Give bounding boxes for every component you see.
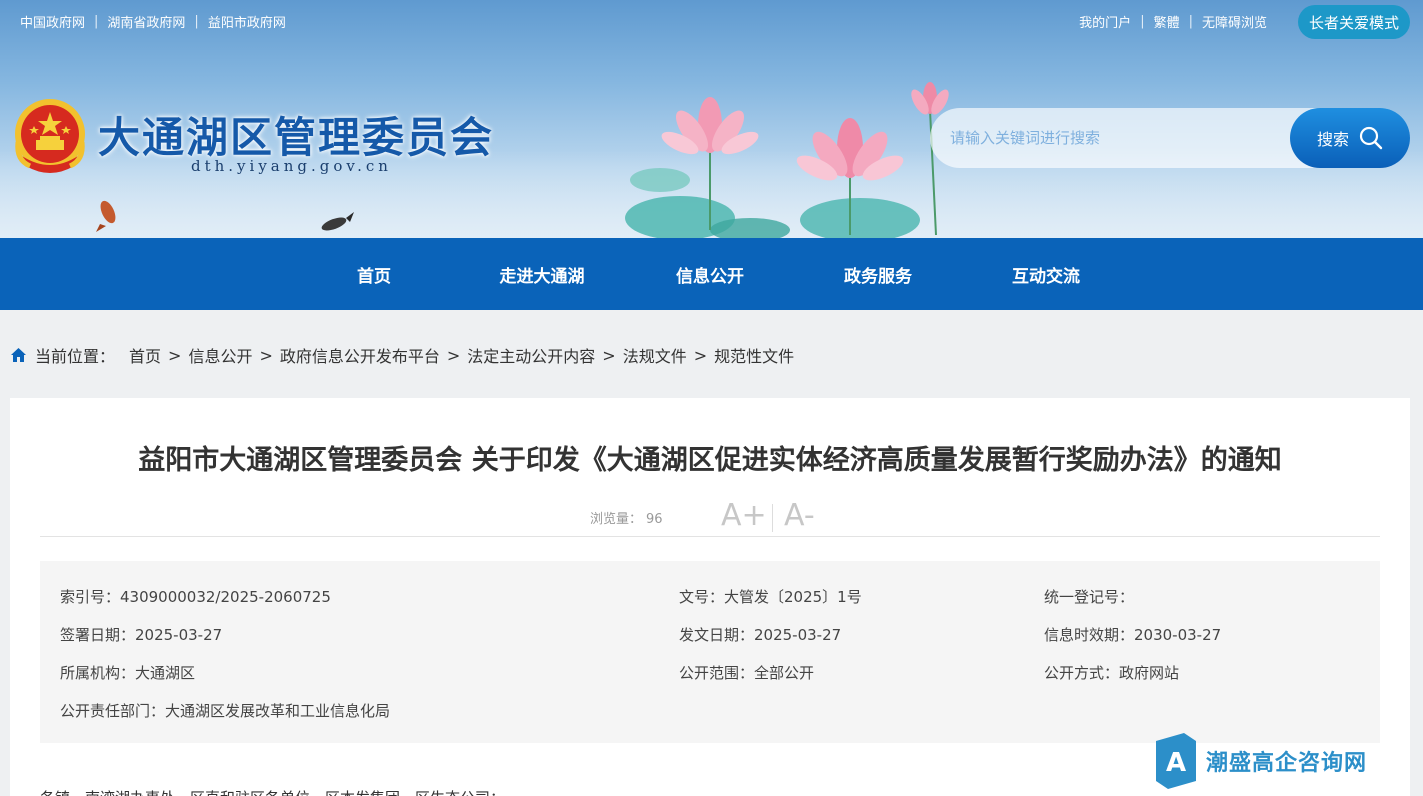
breadcrumb-item[interactable]: 法定主动公开内容 <box>467 343 595 367</box>
view-count-label: 浏览量： <box>590 512 643 527</box>
national-emblem-icon <box>15 99 85 173</box>
link-my-portal[interactable]: 我的门户 <box>1079 12 1131 31</box>
main-nav: 首页 走进大通湖 信息公开 政务服务 互动交流 <box>0 238 1423 310</box>
info-sign-date: 签署日期：2025-03-27 <box>60 626 223 644</box>
info-reg-no: 统一登记号： <box>1044 588 1135 606</box>
breadcrumb-item[interactable]: 首页 <box>129 343 161 367</box>
separator: | <box>1140 14 1145 29</box>
site-header: 中国政府网 | 湖南省政府网 | 益阳市政府网 我的门户 | 繁體 | 无障碍浏… <box>0 0 1423 238</box>
breadcrumb-item[interactable]: 信息公开 <box>188 343 252 367</box>
title-divider <box>40 536 1380 537</box>
breadcrumb-item[interactable]: 规范性文件 <box>714 343 794 367</box>
breadcrumb-separator: > <box>602 345 616 365</box>
link-hunan-gov[interactable]: 湖南省政府网 <box>107 12 185 31</box>
breadcrumb-item[interactable]: 政府信息公开发布平台 <box>280 343 440 367</box>
search-icon <box>1359 126 1383 150</box>
separator: | <box>194 14 199 29</box>
document-info-table: 索引号：4309000032/2025-2060725 文号：大管发〔2025〕… <box>40 561 1380 743</box>
info-org: 所属机构：大通湖区 <box>60 664 196 682</box>
info-valid-date: 信息时效期：2030-03-27 <box>1044 626 1222 644</box>
info-index-no: 索引号：4309000032/2025-2060725 <box>60 588 331 606</box>
info-dept: 公开责任部门：大通湖区发展改革和工业信息化局 <box>60 702 391 720</box>
font-increase-button[interactable]: A+ <box>721 498 767 533</box>
nav-item-interaction[interactable]: 互动交流 <box>962 238 1130 310</box>
article-title: 益阳市大通湖区管理委员会 关于印发《大通湖区促进实体经济高质量发展暂行奖励办法》… <box>138 445 1282 476</box>
svg-text:A: A <box>1166 748 1186 778</box>
breadcrumb-separator: > <box>446 345 461 365</box>
search-box: 搜索 <box>930 108 1410 168</box>
watermark-text: 潮盛高企咨询网 <box>1206 750 1368 776</box>
topbar-right-links: 我的门户 | 繁體 | 无障碍浏览 <box>1079 12 1267 31</box>
breadcrumb-separator: > <box>168 345 182 365</box>
topbar-left-links: 中国政府网 | 湖南省政府网 | 益阳市政府网 <box>20 12 286 31</box>
lotus-decoration-icon <box>625 82 949 238</box>
article-meta: 浏览量： 96 A+ A- <box>10 498 1410 538</box>
breadcrumb-label: 当前位置： <box>35 347 116 366</box>
nav-item-gov-services[interactable]: 政务服务 <box>794 238 962 310</box>
home-icon <box>11 348 26 362</box>
nav-item-home[interactable]: 首页 <box>290 238 458 310</box>
nav-item-info-disclosure[interactable]: 信息公开 <box>626 238 794 310</box>
watermark: A 潮盛高企咨询网 <box>1156 733 1367 789</box>
article-body-start: 各镇，南湾湖办事处，区直和驻区各单位，区本发集团，区生态公司： <box>40 787 505 796</box>
search-button[interactable]: 搜索 <box>1290 108 1410 168</box>
link-gov-cn[interactable]: 中国政府网 <box>20 12 85 31</box>
site-title: 大通湖区管理委员会 <box>98 113 495 162</box>
koi-fish-icon <box>321 212 354 231</box>
site-domain: dth.yiyang.gov.cn <box>191 157 392 175</box>
info-method: 公开方式：政府网站 <box>1044 664 1180 682</box>
font-size-divider <box>772 504 773 532</box>
breadcrumb-separator: > <box>693 345 708 365</box>
search-button-label: 搜索 <box>1316 130 1349 149</box>
link-yiyang-gov[interactable]: 益阳市政府网 <box>208 12 286 31</box>
link-accessibility[interactable]: 无障碍浏览 <box>1202 12 1267 31</box>
separator: | <box>94 14 99 29</box>
view-count: 浏览量： 96 <box>590 508 663 527</box>
info-scope: 公开范围：全部公开 <box>679 664 815 682</box>
watermark-logo-icon: A <box>1156 733 1196 789</box>
breadcrumb-item[interactable]: 法规文件 <box>623 343 687 367</box>
elder-mode-button[interactable]: 长者关爱模式 <box>1298 5 1410 39</box>
koi-fish-icon <box>96 200 116 232</box>
link-traditional-chinese[interactable]: 繁體 <box>1154 12 1180 31</box>
view-count-value: 96 <box>646 512 663 527</box>
nav-item-about[interactable]: 走进大通湖 <box>458 238 626 310</box>
info-issue-date: 发文日期：2025-03-27 <box>679 626 842 644</box>
breadcrumb-separator: > <box>259 345 273 365</box>
separator: | <box>1188 14 1193 29</box>
font-decrease-button[interactable]: A- <box>784 498 815 533</box>
search-input[interactable] <box>930 108 1290 168</box>
info-doc-no: 文号：大管发〔2025〕1号 <box>679 588 862 606</box>
breadcrumb: 当前位置： 首页 > 信息公开 > 政府信息公开发布平台 > 法定主动公开内容 … <box>10 343 794 367</box>
